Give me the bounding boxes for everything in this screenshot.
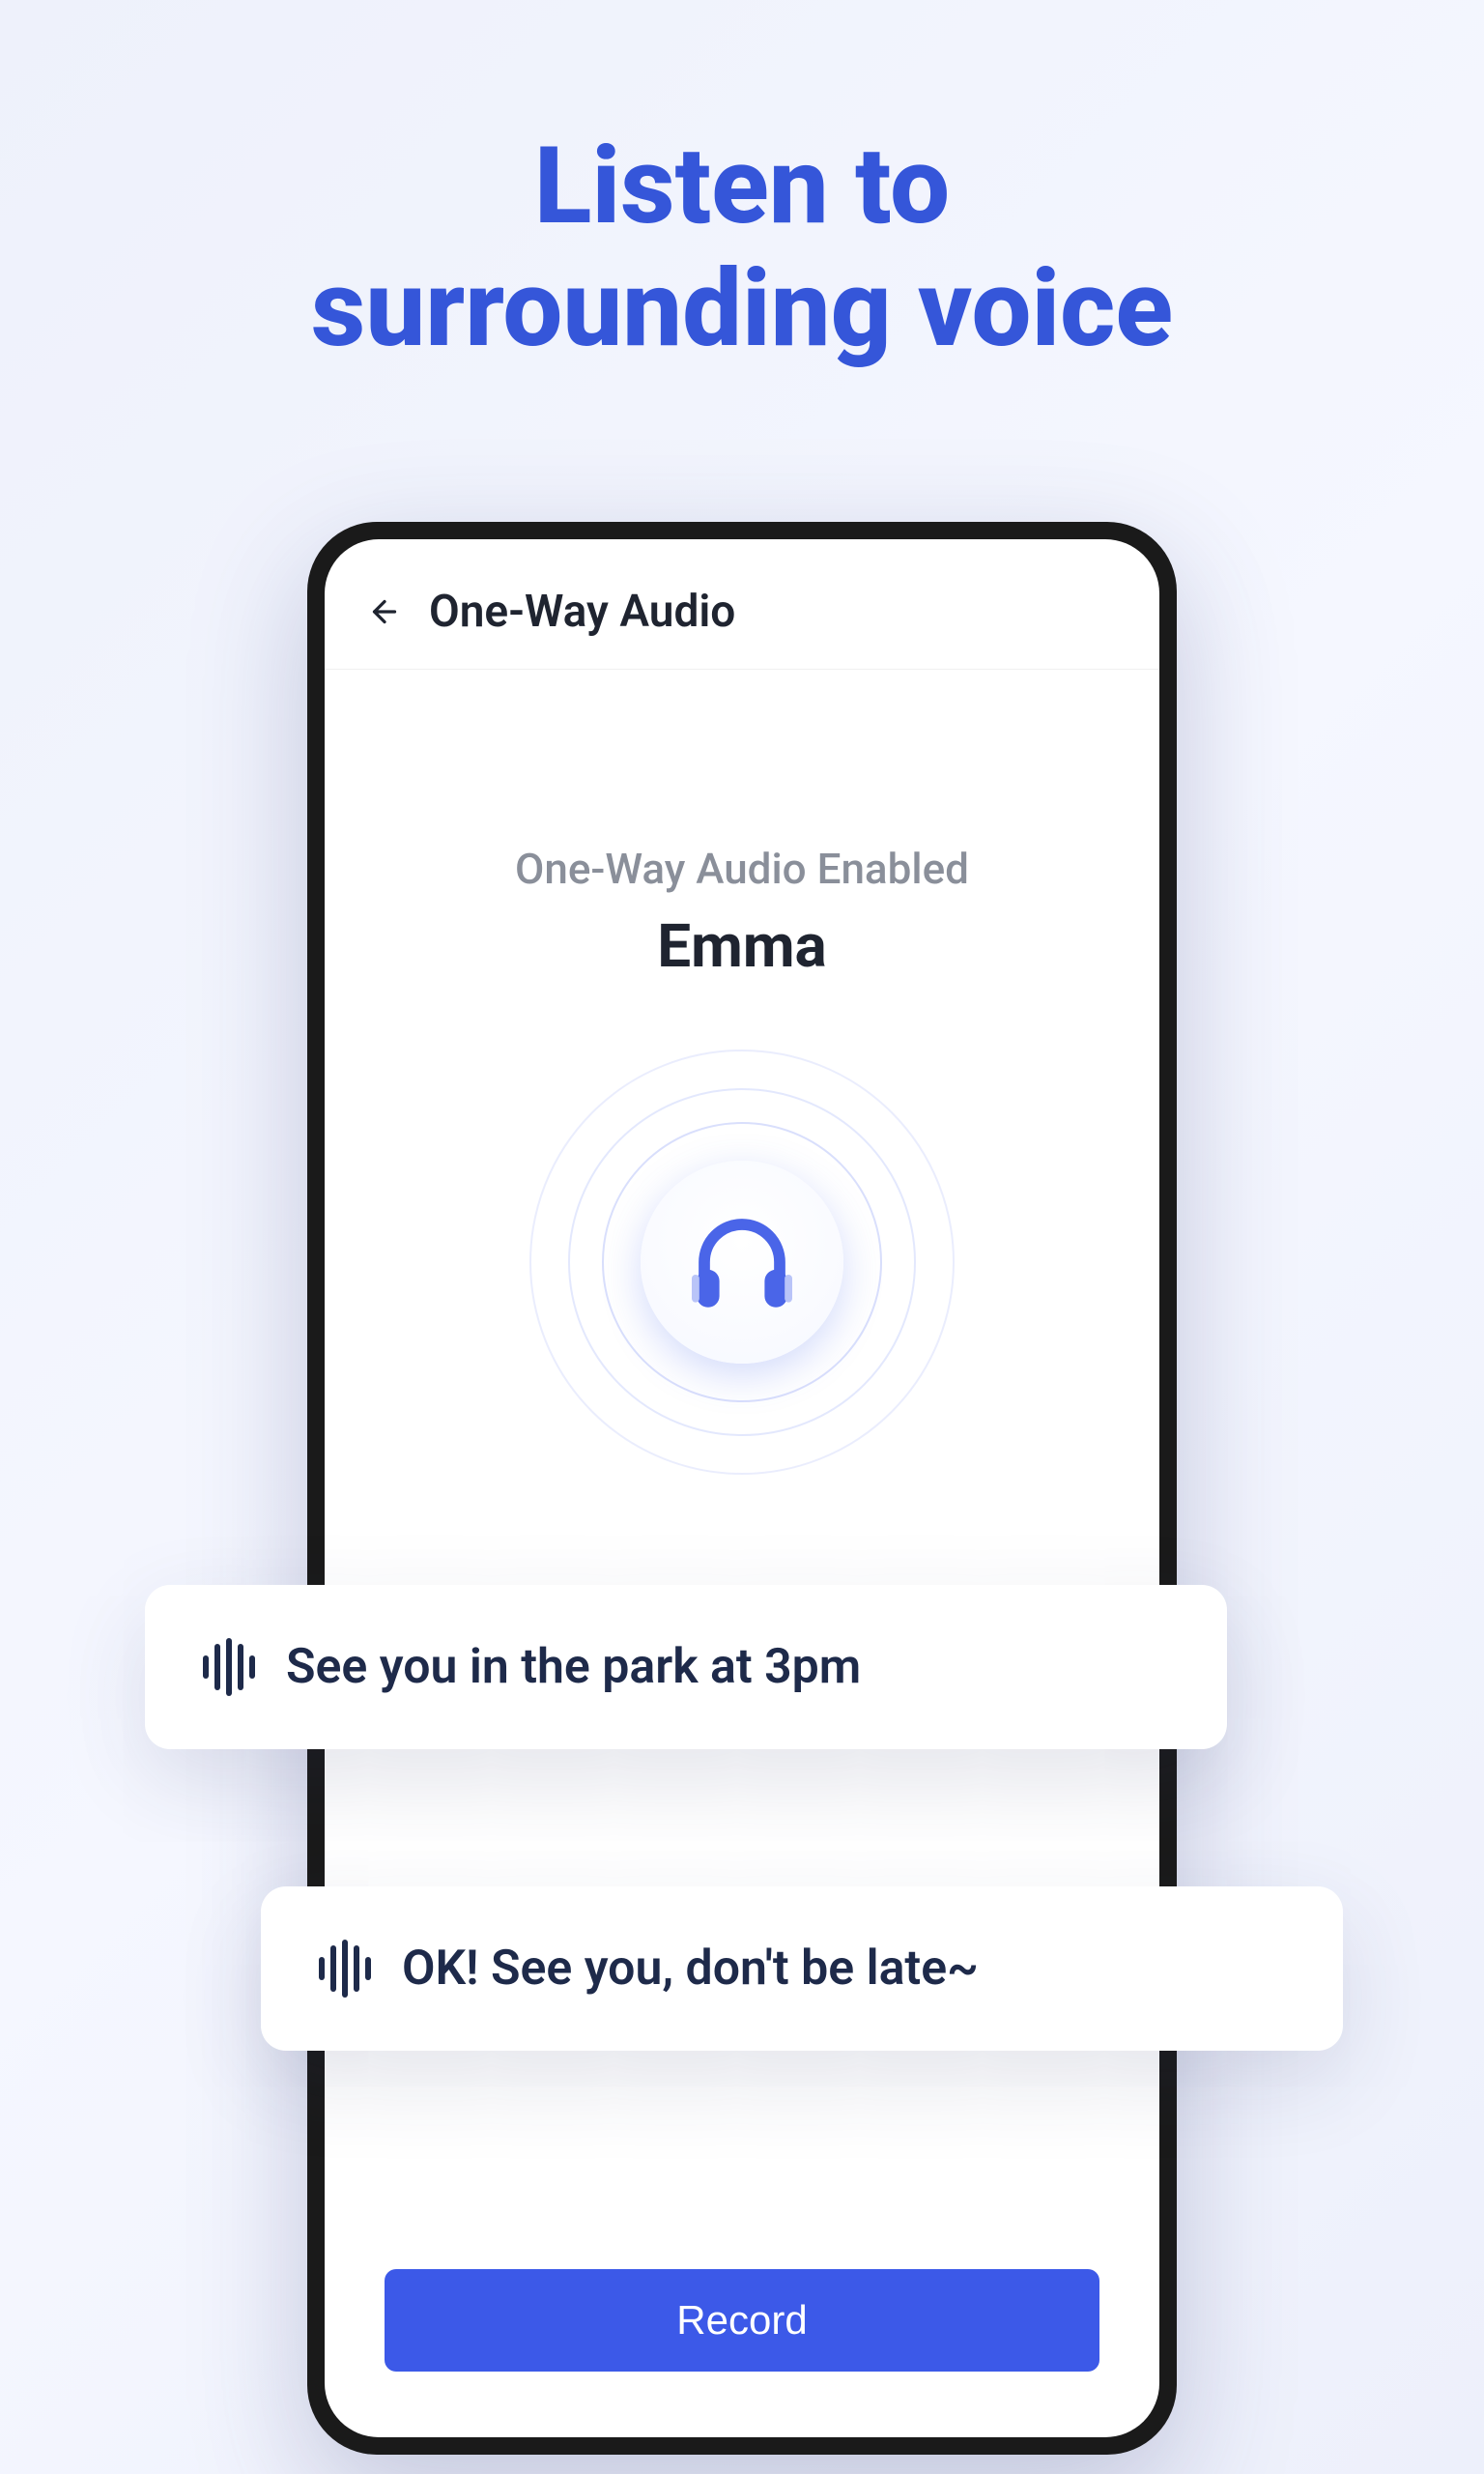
screen-header: One-Way Audio: [325, 539, 1159, 670]
transcript-bubble: See you in the park at 3pm: [145, 1585, 1227, 1749]
transcript-bubble: OK! See you, don't be late~: [261, 1886, 1343, 2051]
headphones-icon: [679, 1199, 805, 1325]
phone-mockup: One-Way Audio One-Way Audio Enabled Emma: [307, 522, 1177, 2455]
listening-indicator: [529, 1050, 955, 1475]
waveform-icon: [203, 1641, 255, 1693]
audio-status-label: One-Way Audio Enabled: [325, 844, 1159, 894]
screen-title: One-Way Audio: [429, 586, 735, 638]
phone-frame: One-Way Audio One-Way Audio Enabled Emma: [307, 522, 1177, 2455]
waveform-icon: [319, 1942, 371, 1995]
arrow-left-icon: [367, 594, 402, 629]
app-screen: One-Way Audio One-Way Audio Enabled Emma: [325, 539, 1159, 2437]
hero-title-line2: surrounding voice: [311, 246, 1173, 371]
record-button[interactable]: Record: [385, 2269, 1099, 2372]
hero-title: Listen to surrounding voice: [0, 0, 1484, 370]
transcript-text: OK! See you, don't be late~: [402, 1941, 979, 1997]
headphones-badge: [641, 1161, 843, 1364]
transcript-text: See you in the park at 3pm: [286, 1639, 861, 1695]
back-button[interactable]: [365, 592, 404, 631]
hero-title-line1: Listen to: [534, 124, 950, 248]
person-name: Emma: [325, 911, 1159, 982]
